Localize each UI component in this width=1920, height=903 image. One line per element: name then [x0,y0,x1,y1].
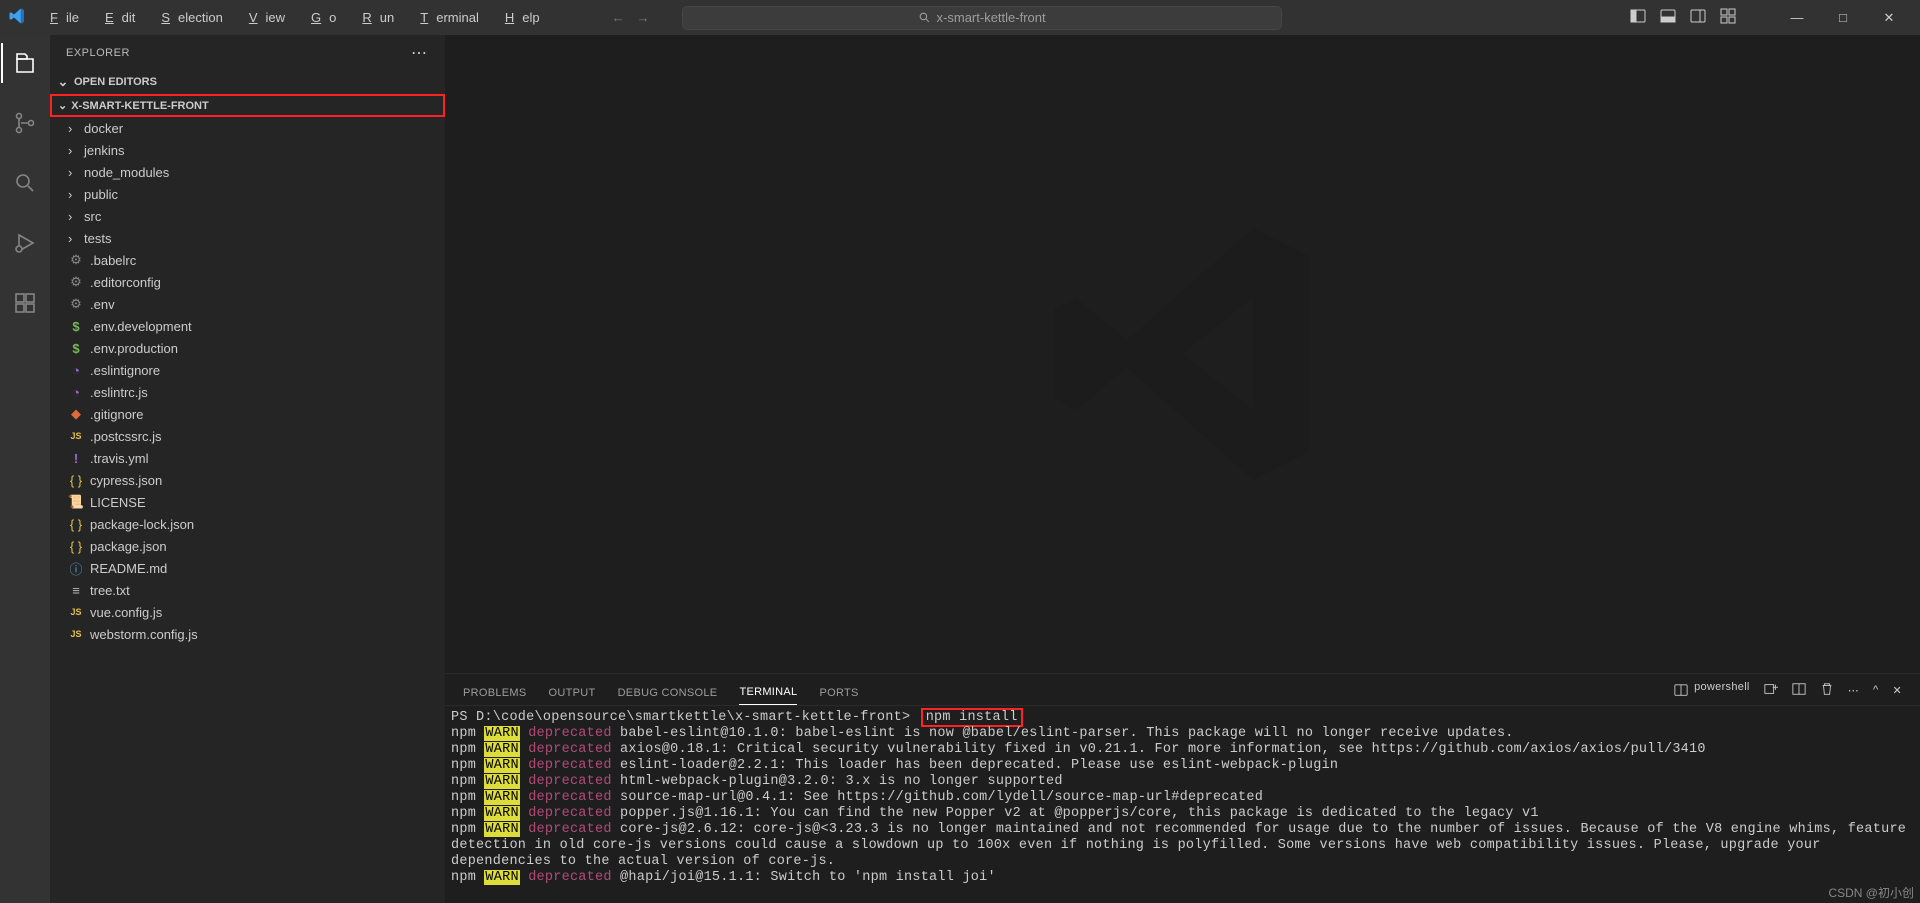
file-package-lock-json[interactable]: { }package-lock.json [50,513,445,535]
close-button[interactable]: ✕ [1866,0,1912,35]
source-control-view-icon[interactable] [1,103,49,143]
file--editorconfig[interactable]: ⚙.editorconfig [50,271,445,293]
file--env-production[interactable]: $.env.production [50,337,445,359]
file-tree: ›docker›jenkins›node_modules›public›src›… [50,117,445,645]
menu-selection[interactable]: Selection [145,6,230,29]
run-debug-view-icon[interactable] [1,223,49,263]
file--eslintignore[interactable]: ◔.eslintignore [50,359,445,381]
tab-debug-console[interactable]: DEBUG CONSOLE [618,687,718,705]
folder-docker[interactable]: ›docker [50,117,445,139]
tab-problems[interactable]: PROBLEMS [463,687,527,705]
file--babelrc[interactable]: ⚙.babelrc [50,249,445,271]
window-controls: — □ ✕ [1774,0,1912,35]
extensions-view-icon[interactable] [1,283,49,323]
toggle-panel-icon[interactable] [1660,8,1676,27]
menu-help[interactable]: Help [489,6,548,29]
toggle-primary-sidebar-icon[interactable] [1630,8,1646,27]
explorer-more-icon[interactable]: ⋯ [411,43,429,63]
menu-run[interactable]: Run [346,6,402,29]
tab-output[interactable]: OUTPUT [549,687,596,705]
minimize-button[interactable]: — [1774,0,1820,35]
folder-tests[interactable]: ›tests [50,227,445,249]
tab-ports[interactable]: PORTS [819,687,858,705]
menu-view[interactable]: View [233,6,293,29]
terminal-content[interactable]: PS D:\code\opensource\smartkettle\x-smar… [445,706,1920,903]
command-center-text: x-smart-kettle-front [937,10,1046,25]
split-terminal-icon[interactable] [1792,682,1806,705]
file--env-development[interactable]: $.env.development [50,315,445,337]
file-tree-txt[interactable]: ≡tree.txt [50,579,445,601]
maximize-button[interactable]: □ [1820,0,1866,35]
folder-node_modules[interactable]: ›node_modules [50,161,445,183]
file--travis-yml[interactable]: !.travis.yml [50,447,445,469]
tab-terminal[interactable]: TERMINAL [739,686,797,705]
file--gitignore[interactable]: ◆.gitignore [50,403,445,425]
maximize-panel-icon[interactable]: ^ [1873,684,1878,702]
project-root[interactable]: ⌄ X-SMART-KETTLE-FRONT [50,94,445,117]
kill-terminal-icon[interactable] [1820,682,1834,705]
file-webstorm-config-js[interactable]: JSwebstorm.config.js [50,623,445,645]
file--eslintrc-js[interactable]: ◔.eslintrc.js [50,381,445,403]
vscode-logo-icon [8,7,26,28]
file--env[interactable]: ⚙.env [50,293,445,315]
vscode-watermark-icon [1043,214,1323,494]
panel-tabs: PROBLEMS OUTPUT DEBUG CONSOLE TERMINAL P… [445,674,1920,706]
editor-background [445,35,1920,673]
chevron-down-icon: ⌄ [56,74,70,90]
customize-layout-icon[interactable] [1720,8,1736,27]
editor-area: PROBLEMS OUTPUT DEBUG CONSOLE TERMINAL P… [445,35,1920,903]
folder-public[interactable]: ›public [50,183,445,205]
new-terminal-icon[interactable] [1764,682,1778,705]
folder-src[interactable]: ›src [50,205,445,227]
watermark-text: CSDN @初小创 [1828,884,1914,901]
file-README-md[interactable]: ⓘREADME.md [50,557,445,579]
title-bar: FileEditSelectionViewGoRunTerminalHelp ←… [0,0,1920,35]
menu-bar: FileEditSelectionViewGoRunTerminalHelp [34,6,548,29]
file-package-json[interactable]: { }package.json [50,535,445,557]
nav-arrows: ← → [612,10,650,25]
menu-edit[interactable]: Edit [89,6,143,29]
explorer-title: EXPLORER [66,47,130,59]
terminal-profile[interactable]: powershell [1674,681,1750,705]
menu-go[interactable]: Go [295,6,344,29]
nav-forward-icon[interactable]: → [637,10,650,25]
command-center[interactable]: x-smart-kettle-front [682,6,1282,30]
search-view-icon[interactable] [1,163,49,203]
file--postcssrc-js[interactable]: JS.postcssrc.js [50,425,445,447]
bottom-panel: PROBLEMS OUTPUT DEBUG CONSOLE TERMINAL P… [445,673,1920,903]
folder-jenkins[interactable]: ›jenkins [50,139,445,161]
menu-file[interactable]: File [34,6,87,29]
panel-more-icon[interactable]: ⋯ [1848,684,1859,703]
explorer-sidebar: EXPLORER ⋯ ⌄ OPEN EDITORS ⌄ X-SMART-KETT… [50,35,445,903]
file-vue-config-js[interactable]: JSvue.config.js [50,601,445,623]
nav-back-icon[interactable]: ← [612,10,625,25]
toggle-secondary-sidebar-icon[interactable] [1690,8,1706,27]
layout-controls [1630,8,1736,27]
explorer-view-icon[interactable] [1,43,49,83]
activity-bar [0,35,50,903]
file-LICENSE[interactable]: 📜LICENSE [50,491,445,513]
menu-terminal[interactable]: Terminal [404,6,487,29]
open-editors-section[interactable]: ⌄ OPEN EDITORS [50,70,445,94]
file-cypress-json[interactable]: { }cypress.json [50,469,445,491]
chevron-down-icon: ⌄ [58,99,67,112]
close-panel-icon[interactable]: ✕ [1892,684,1902,703]
